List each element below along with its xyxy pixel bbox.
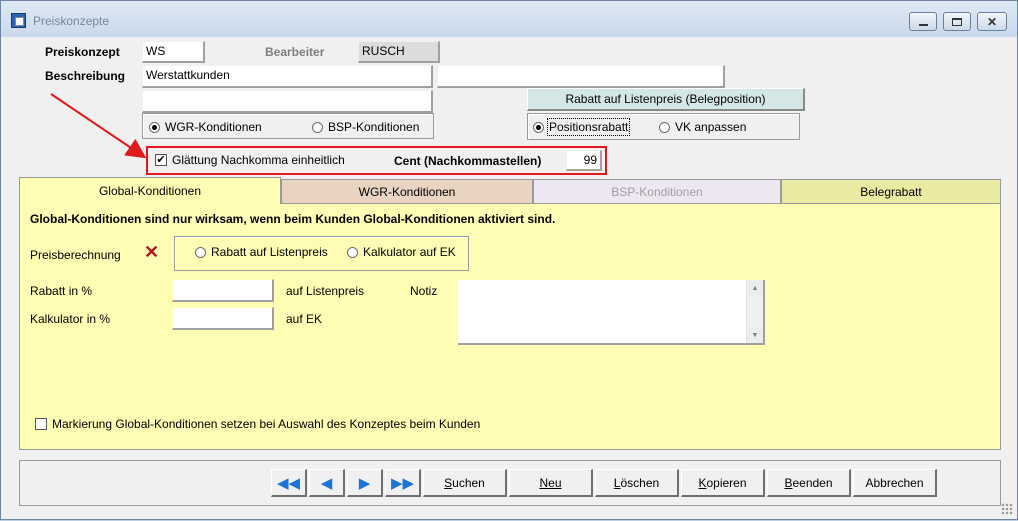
tab-label: Global-Konditionen [98,184,202,198]
scroll-up-icon[interactable]: ▲ [747,280,763,296]
radio-indicator [347,246,358,258]
last-record-button[interactable]: ▶▶ [385,469,421,497]
tab-label: BSP-Konditionen [611,184,703,199]
next-record-icon: ▶ [358,474,371,492]
kalkulator-ek-label: Kalkulator auf EK [363,245,456,259]
kalkulator-suffix-label: auf EK [286,312,323,326]
kalkulator-ek-radio[interactable]: Kalkulator auf EK [347,245,456,259]
global-konditionen-panel: Global-Konditionen sind nur wirksam, wen… [19,203,1001,450]
rabatt-prozent-input[interactable] [172,279,274,302]
abbrechen-label: Abbrechen [865,475,924,490]
beenden-mnemonic: B [784,475,793,490]
glaettung-checkbox[interactable]: ✔ Glättung Nachkomma einheitlich [155,153,345,167]
notiz-label: Notiz [410,284,438,298]
beenden-button[interactable]: Beenden [767,469,851,497]
previous-record-icon: ◀ [320,474,333,492]
kopieren-mnemonic: K [698,475,707,490]
preiskonzepte-window: Preiskonzepte ✕ Preiskonzept WS Bearbeit… [0,0,1018,520]
kalkulator-prozent-label: Kalkulator in % [30,312,111,326]
previous-record-button[interactable]: ◀ [309,469,345,497]
cent-input[interactable]: 99 [566,150,602,171]
rabatt-prozent-label: Rabatt in % [30,284,93,298]
checkmark-icon: ✔ [155,154,167,166]
neu-label: eu [548,475,562,490]
cent-label: Cent (Nachkommastellen) [394,154,542,168]
resize-grip-icon[interactable] [1001,503,1013,515]
scroll-down-icon[interactable]: ▼ [747,327,763,343]
notiz-textarea[interactable]: ▲ ▼ [458,280,765,345]
rabatt-listenpreis-radio[interactable]: Rabatt auf Listenpreis [195,245,328,259]
tab-label: WGR-Konditionen [358,184,456,199]
tab-label: Belegrabatt [860,184,922,199]
loeschen-mnemonic: L [613,475,621,490]
suchen-label: uchen [452,475,485,490]
markierung-label: Markierung Global-Konditionen setzen bei… [52,417,481,431]
beenden-label: eenden [792,475,833,490]
notiz-text [458,280,763,286]
notiz-scrollbar[interactable]: ▲ ▼ [746,280,763,343]
last-record-icon: ▶▶ [390,474,415,492]
first-record-icon: ◀◀ [276,474,301,492]
glaettung-label: Glättung Nachkomma einheitlich [172,153,345,167]
kopieren-label: opieren [706,475,747,490]
preisberechnung-label: Preisberechnung [30,248,121,262]
neu-mnemonic: N [539,475,549,490]
tab-belegrabatt[interactable]: Belegrabatt [781,179,1001,203]
loeschen-label: öschen [620,475,660,490]
tab-bsp-konditionen[interactable]: BSP-Konditionen [533,179,781,203]
first-record-button[interactable]: ◀◀ [271,469,307,497]
red-x-icon: ✕ [144,242,160,262]
radio-indicator [195,246,206,258]
neu-button[interactable]: Neu [509,469,593,497]
info-text: Global-Konditionen sind nur wirksam, wen… [30,212,556,226]
kalkulator-prozent-input[interactable] [172,307,274,330]
checkbox-box [35,418,47,430]
rabatt-listenpreis-label: Rabatt auf Listenpreis [211,245,328,259]
rabatt-suffix-label: auf Listenpreis [286,284,365,298]
kopieren-button[interactable]: Kopieren [681,469,765,497]
tab-wgr-konditionen[interactable]: WGR-Konditionen [281,179,533,203]
abbrechen-button[interactable]: Abbrechen [853,469,937,497]
tab-global-konditionen[interactable]: Global-Konditionen [19,177,281,204]
suchen-button[interactable]: Suchen [423,469,507,497]
suchen-mnemonic: S [444,475,453,490]
loeschen-button[interactable]: Löschen [595,469,679,497]
markierung-checkbox[interactable]: Markierung Global-Konditionen setzen bei… [35,417,480,431]
tab-bar: Global-Konditionen WGR-Konditionen BSP-K… [19,177,1001,204]
next-record-button[interactable]: ▶ [347,469,383,497]
